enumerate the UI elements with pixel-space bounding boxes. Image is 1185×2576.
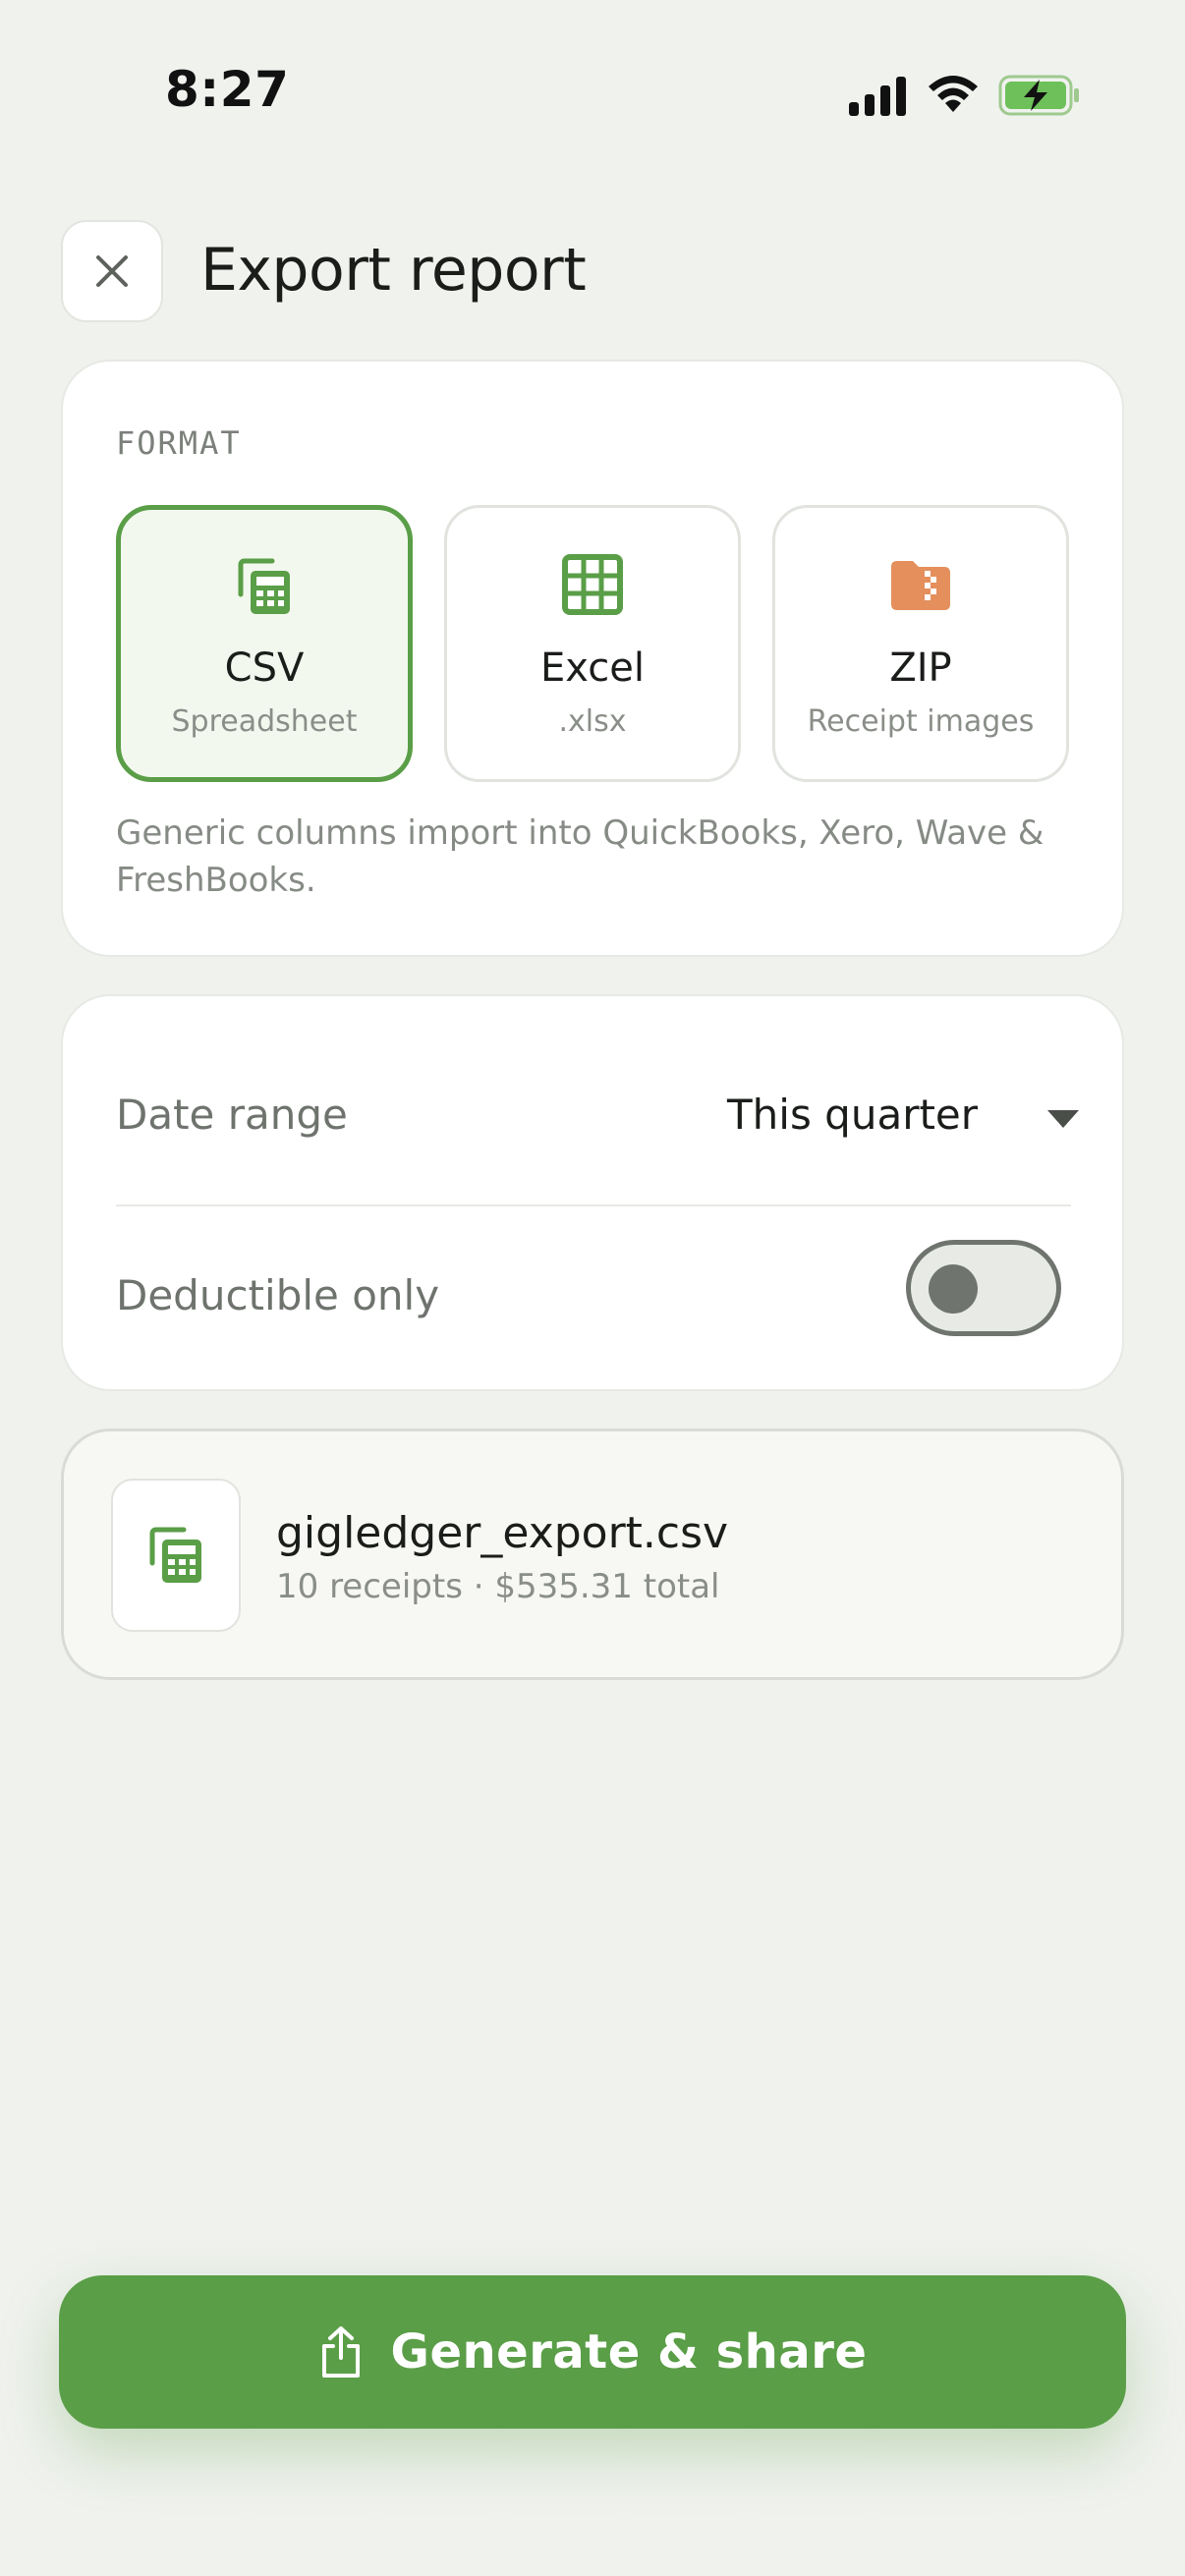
file-icon-box bbox=[111, 1479, 241, 1632]
date-range-label: Date range bbox=[116, 1091, 348, 1139]
page-title: Export report bbox=[200, 236, 587, 305]
format-option-csv[interactable]: CSV Spreadsheet bbox=[116, 505, 413, 782]
share-icon bbox=[321, 2326, 360, 2378]
date-range-select[interactable]: This quarter bbox=[664, 1075, 1097, 1153]
divider bbox=[116, 1204, 1071, 1206]
spreadsheet-calculator-icon bbox=[238, 558, 290, 614]
options-card: Date range This quarter Deductible only bbox=[61, 994, 1124, 1391]
toggle-knob bbox=[929, 1264, 978, 1314]
signal-icon bbox=[849, 77, 906, 116]
export-file-meta: 10 receipts · $535.31 total bbox=[276, 1567, 720, 1606]
deductible-only-label: Deductible only bbox=[116, 1271, 440, 1319]
format-option-name: CSV bbox=[224, 645, 305, 691]
date-range-value: This quarter bbox=[727, 1091, 979, 1139]
format-option-name: ZIP bbox=[889, 645, 952, 691]
format-option-zip[interactable]: ZIP Receipt images bbox=[772, 505, 1069, 782]
export-file-name: gigledger_export.csv bbox=[276, 1508, 729, 1558]
format-option-name: Excel bbox=[540, 645, 645, 691]
format-option-sub: .xlsx bbox=[558, 704, 627, 739]
close-button[interactable] bbox=[61, 220, 163, 322]
status-bar: 8:27 bbox=[0, 0, 1185, 187]
generate-share-button[interactable]: Generate & share bbox=[59, 2275, 1126, 2429]
export-file-preview: gigledger_export.csv 10 receipts · $535.… bbox=[61, 1428, 1124, 1680]
format-option-sub: Spreadsheet bbox=[171, 704, 358, 739]
close-icon bbox=[96, 255, 128, 287]
format-section-label: FORMAT bbox=[116, 424, 242, 462]
format-card: FORMAT CSV Spreadsheet Excel .xlsx ZIP R… bbox=[61, 360, 1124, 957]
battery-charging-icon bbox=[998, 75, 1079, 116]
chevron-down-icon bbox=[1047, 1110, 1079, 1128]
format-option-sub: Receipt images bbox=[807, 704, 1035, 739]
wifi-icon bbox=[929, 76, 978, 112]
generate-share-label: Generate & share bbox=[390, 2324, 868, 2380]
format-note: Generic columns import into QuickBooks, … bbox=[116, 813, 1044, 900]
grid-table-icon bbox=[562, 554, 623, 615]
status-time: 8:27 bbox=[165, 61, 290, 118]
zip-folder-icon bbox=[891, 561, 950, 610]
format-option-excel[interactable]: Excel .xlsx bbox=[444, 505, 741, 782]
deductible-only-toggle[interactable] bbox=[906, 1240, 1061, 1336]
spreadsheet-calculator-icon bbox=[149, 1527, 201, 1583]
